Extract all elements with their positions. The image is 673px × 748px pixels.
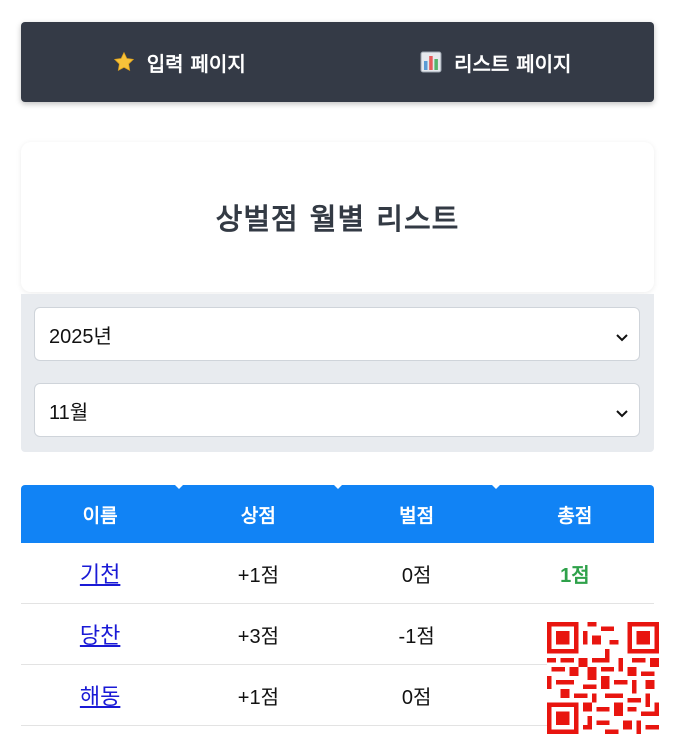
cell-name: 기천 xyxy=(21,543,179,603)
table-header: 이름 상점 벌점 총점 xyxy=(21,485,654,543)
page-title: 상벌점 월별 리스트 xyxy=(215,202,460,236)
column-header-name: 이름 xyxy=(82,504,118,527)
chevron-down-icon xyxy=(615,402,629,425)
table-row: 기천 +1점 0점 1점 xyxy=(21,543,654,604)
cell-demerit: -1점 xyxy=(398,625,435,648)
bar-chart-icon xyxy=(420,51,442,73)
column-header-merit: 상점 xyxy=(175,485,337,543)
cell-name: 해동 xyxy=(21,665,179,725)
month-select-value: 11월 xyxy=(49,401,89,424)
top-nav: 입력 페이지 리스트 페이지 xyxy=(21,22,654,102)
nav-list-page[interactable]: 리스트 페이지 xyxy=(338,48,655,77)
month-select[interactable]: 11월 xyxy=(34,383,640,437)
column-header-total: 총점 xyxy=(491,485,654,543)
cell-total: 1점 xyxy=(560,564,590,587)
column-header-demerit: 벌점 xyxy=(333,485,496,543)
cell-name: 당찬 xyxy=(21,604,179,664)
filter-panel: 2025년 11월 xyxy=(21,294,654,452)
cell-merit: +1점 xyxy=(237,564,279,587)
cell-demerit: 0점 xyxy=(401,564,432,587)
title-card: 상벌점 월별 리스트 xyxy=(21,142,654,292)
qr-code-overlay xyxy=(547,622,659,734)
cell-merit: +3점 xyxy=(237,625,279,648)
cell-merit: +1점 xyxy=(237,686,279,709)
star-icon xyxy=(113,51,135,73)
nav-list-label: 리스트 페이지 xyxy=(454,51,572,76)
chevron-down-icon xyxy=(615,326,629,349)
year-select[interactable]: 2025년 xyxy=(34,307,640,361)
cell-demerit: 0점 xyxy=(401,686,432,709)
year-select-value: 2025년 xyxy=(49,325,112,348)
nav-input-label: 입력 페이지 xyxy=(146,51,246,76)
student-name-link[interactable]: 해동 xyxy=(80,679,120,711)
student-name-link[interactable]: 당찬 xyxy=(80,618,120,650)
student-name-link[interactable]: 기천 xyxy=(80,557,120,589)
nav-input-page[interactable]: 입력 페이지 xyxy=(21,48,338,77)
